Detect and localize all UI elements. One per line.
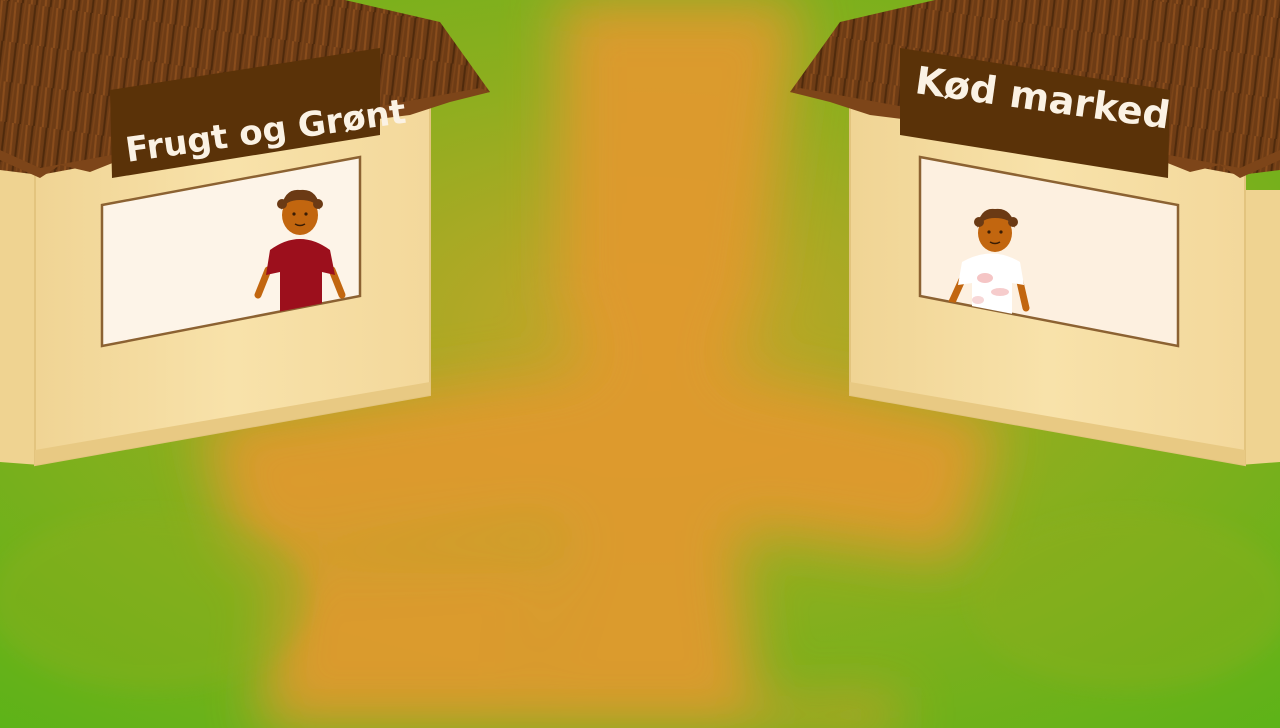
stall-fruit-vegetables[interactable]: Frugt og Grønt: [0, 0, 490, 467]
stall-meat-market[interactable]: Kød marked: [790, 0, 1280, 467]
market-scene: Frugt og Grønt Kød marked: [0, 0, 1280, 728]
